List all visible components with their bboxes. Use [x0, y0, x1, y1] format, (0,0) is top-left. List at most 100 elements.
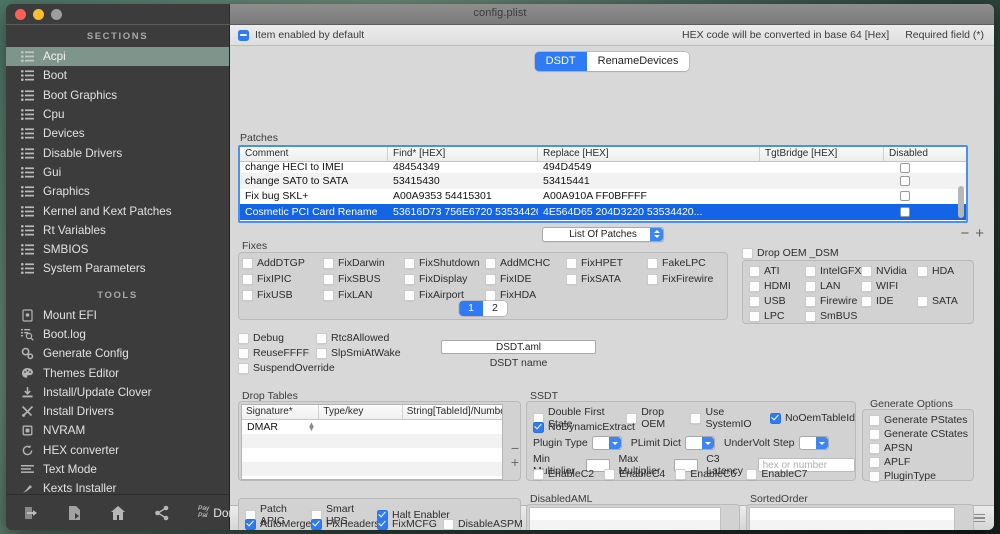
disabled-aml-listbox[interactable] — [529, 507, 721, 530]
gen-aplf[interactable]: APLF — [869, 456, 968, 468]
drop-tables-row[interactable]: DMAR▲▼▲▼▲▼ — [242, 420, 502, 434]
add-patch-button[interactable]: + — [975, 225, 990, 242]
dsm-hdmi-box[interactable] — [749, 280, 760, 292]
patch-disabled-checkbox[interactable] — [900, 191, 910, 202]
drop-tables-empty-row[interactable] — [242, 476, 502, 479]
table-row[interactable]: change HECI to IMEI 48454349 494D4549 — [240, 162, 966, 173]
sidebar-tool-hex-converter[interactable]: HEX converter — [6, 441, 229, 460]
apic-fixheaders-box[interactable] — [311, 518, 322, 530]
sidebar-tool-install-drivers[interactable]: Install Drivers — [6, 402, 229, 421]
apic-fixmcfg-box[interactable] — [377, 518, 388, 530]
gen-generate-pstates-box[interactable] — [869, 414, 880, 426]
fix-fixipic-box[interactable] — [242, 273, 253, 285]
sidebar-tool-text-mode[interactable]: Text Mode — [6, 460, 229, 479]
dsm-intelgfx[interactable]: IntelGFX — [805, 265, 861, 277]
dsm-smbus[interactable]: SmBUS — [805, 310, 861, 322]
sidebar-item-kernel-and-kext-patches[interactable]: Kernel and Kext Patches — [6, 201, 229, 220]
gen-plugintype-box[interactable] — [869, 470, 880, 482]
patches-table[interactable]: Comment Find* [HEX] Replace [HEX] TgtBridge… — [238, 145, 968, 223]
dsm-ati-box[interactable] — [749, 265, 760, 277]
fix-fixusb-box[interactable] — [242, 289, 253, 301]
dsm-usb-box[interactable] — [749, 295, 760, 307]
drop-tables-table[interactable]: Signature*Type/keyString[TableId]/Number… — [241, 404, 503, 480]
drop-tables-cell-signature[interactable]: DMAR ▲ ▼ — [242, 421, 319, 433]
list-of-patches-dropdown[interactable]: List Of Patches — [542, 226, 664, 242]
dsm-firewire[interactable]: Firewire — [805, 295, 861, 307]
dsm-lan-box[interactable] — [805, 280, 816, 292]
table-row[interactable]: change SAT0 to SATA 53415430 53415441 — [240, 173, 966, 189]
patch-cell-disabled[interactable] — [884, 175, 960, 186]
cb-suspendoverride[interactable]: SuspendOverride — [238, 362, 335, 374]
fix-fixsbus-box[interactable] — [323, 273, 334, 285]
sidebar-item-devices[interactable]: Devices — [6, 124, 229, 143]
fix-adddtgp[interactable]: AddDTGP — [242, 257, 323, 269]
fix-fixsata-box[interactable] — [566, 273, 577, 285]
sidebar-tool-nvram[interactable]: NVRAM — [6, 421, 229, 440]
drop-tables-add-button[interactable]: + — [511, 454, 519, 470]
list-item[interactable] — [530, 519, 720, 530]
dsm-smbus-box[interactable] — [805, 310, 816, 322]
fix-addmchc[interactable]: AddMCHC — [485, 257, 566, 269]
sidebar-tool-generate-config[interactable]: Generate Config — [6, 344, 229, 363]
cb-debug-box[interactable] — [238, 332, 249, 344]
dsm-sata-box[interactable] — [917, 295, 928, 307]
dsdt-name-input[interactable]: DSDT.aml — [441, 340, 596, 354]
dsm-hda[interactable]: HDA — [917, 265, 973, 277]
sidebar-item-boot[interactable]: Boot — [6, 66, 229, 85]
fix-fixusb[interactable]: FixUSB — [242, 289, 323, 301]
gen-generate-cstates[interactable]: Generate CStates — [869, 428, 968, 440]
sidebar-item-disable-drivers[interactable]: Disable Drivers — [6, 143, 229, 162]
drop-tables-empty-row[interactable] — [242, 448, 502, 462]
dsm-lpc-box[interactable] — [749, 310, 760, 322]
patch-disabled-checkbox[interactable] — [900, 163, 910, 173]
minimize-button[interactable] — [33, 9, 44, 20]
sidebar-item-graphics[interactable]: Graphics — [6, 182, 229, 201]
fix-fixlan-box[interactable] — [323, 289, 334, 301]
dsm-lpc[interactable]: LPC — [749, 310, 805, 322]
drop-tables-empty-row[interactable] — [242, 462, 502, 476]
fix-fixfirewire-box[interactable] — [647, 273, 658, 285]
dsm-nvidia-box[interactable] — [861, 265, 872, 277]
fix-fakelpc-box[interactable] — [647, 257, 658, 269]
fix-fixhpet[interactable]: FixHPET — [566, 257, 647, 269]
patches-scrollbar[interactable] — [957, 164, 965, 219]
apic-disableaspm[interactable]: DisableASPM — [443, 518, 523, 530]
ssdt-enablec6-box[interactable] — [675, 468, 687, 480]
dsm-firewire-box[interactable] — [805, 295, 816, 307]
tab-group[interactable]: DSDT RenameDevices — [534, 51, 690, 71]
list-item[interactable] — [750, 519, 954, 530]
cb-debug[interactable]: Debug — [238, 332, 316, 344]
table-row[interactable]: Fix bug SKL+ A00A9353 54415301 A00A910A FF… — [240, 189, 966, 205]
share-icon[interactable] — [154, 504, 170, 521]
ssdt-enablec7[interactable]: EnableC7 — [746, 468, 808, 480]
dsm-ati[interactable]: ATI — [749, 265, 805, 277]
sorted-order-listbox[interactable] — [749, 507, 955, 530]
sidebar-tool-themes-editor[interactable]: Themes Editor — [6, 363, 229, 382]
gen-generate-pstates[interactable]: Generate PStates — [869, 414, 968, 426]
gen-aplf-box[interactable] — [869, 456, 880, 468]
fix-fixfirewire[interactable]: FixFirewire — [647, 273, 728, 285]
ssdt-nooemtableid-box[interactable] — [769, 412, 781, 424]
fix-fixdisplay[interactable]: FixDisplay — [404, 273, 485, 285]
close-button[interactable] — [15, 9, 26, 20]
ssdt-selector-dropdown[interactable] — [591, 436, 622, 450]
sidebar-tool-boot-log[interactable]: Boot.log — [6, 325, 229, 344]
fix-fixhpet-box[interactable] — [566, 257, 577, 269]
dsm-ide[interactable]: IDE — [861, 295, 917, 307]
gen-plugintype[interactable]: PluginType — [869, 470, 968, 482]
apic-disableaspm-box[interactable] — [443, 518, 454, 530]
item-enabled-checkbox[interactable] — [238, 29, 249, 41]
sidebar-item-cpu[interactable]: Cpu — [6, 105, 229, 124]
tab-dsdt[interactable]: DSDT — [534, 51, 587, 71]
dsm-sata[interactable]: SATA — [917, 295, 973, 307]
tab-renamedevices[interactable]: RenameDevices — [586, 51, 690, 71]
fixes-pager[interactable]: 12 — [459, 301, 507, 316]
drop-oem-dsm-checkbox[interactable] — [742, 247, 753, 259]
apic-automerge[interactable]: AutoMerge — [245, 518, 311, 530]
remove-patch-button[interactable]: − — [960, 225, 975, 242]
ssdt-enablec4[interactable]: EnableC4 — [604, 468, 665, 480]
export-file-icon[interactable] — [66, 504, 82, 521]
dsm-wifi-box[interactable] — [861, 280, 872, 292]
drop-oem-dsm-checkbox-row[interactable]: Drop OEM _DSM — [742, 247, 839, 259]
drop-tables-empty-row[interactable] — [242, 434, 502, 448]
